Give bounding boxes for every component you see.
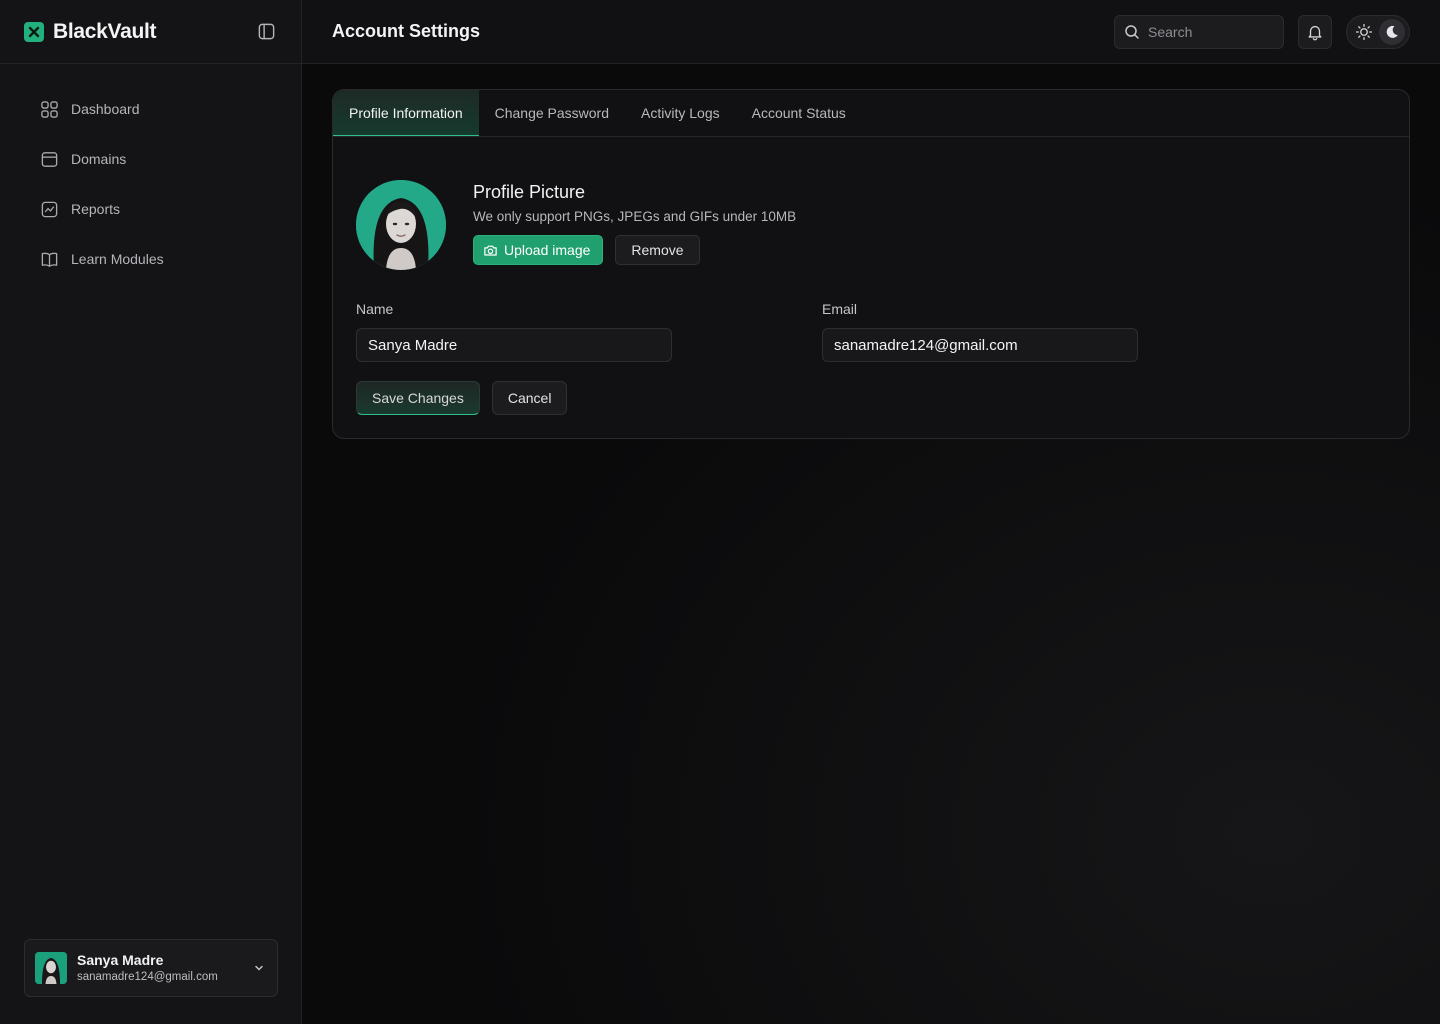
user-name: Sanya Madre <box>77 952 164 968</box>
tab-change-password[interactable]: Change Password <box>479 90 625 136</box>
brand-name: BlackVault <box>53 19 157 43</box>
profile-picture-info: Profile Picture We only support PNGs, JP… <box>473 180 796 270</box>
profile-picture-hint: We only support PNGs, JPEGs and GIFs und… <box>473 209 797 224</box>
sidebar: BlackVault Dashboard Domains Reports Lea… <box>0 0 302 1024</box>
name-field-group: Name <box>356 300 672 362</box>
user-account-card[interactable]: Sanya Madre sanamadre124@gmail.com <box>24 939 278 997</box>
form-actions: Save Changes Cancel <box>356 381 568 415</box>
theme-toggle[interactable] <box>1346 14 1410 49</box>
sidebar-item-label: Reports <box>71 201 121 217</box>
upload-image-label: Upload image <box>504 242 591 258</box>
email-label: Email <box>822 301 858 317</box>
settings-panel: Profile Information Change Password Acti… <box>332 89 1410 439</box>
upload-image-button[interactable]: Upload image <box>473 235 604 265</box>
name-input[interactable] <box>356 328 672 362</box>
profile-picture-actions: Upload image Remove <box>473 235 796 265</box>
tab-activity-logs[interactable]: Activity Logs <box>625 90 736 136</box>
sidebar-item-reports[interactable]: Reports <box>0 184 301 234</box>
page-title: Account Settings <box>332 21 481 41</box>
bell-icon <box>1308 25 1322 40</box>
x-mark-icon <box>24 21 44 42</box>
cancel-button[interactable]: Cancel <box>491 381 568 415</box>
brand-row: BlackVault <box>0 0 301 64</box>
top-header: Account Settings <box>302 0 1440 64</box>
sidebar-nav: Dashboard Domains Reports Learn Modules <box>0 64 301 284</box>
user-meta: Sanya Madre sanamadre124@gmail.com <box>77 951 251 985</box>
email-field-group: Email <box>822 300 1138 362</box>
sidebar-item-label: Dashboard <box>71 101 140 117</box>
search-icon <box>1125 24 1139 39</box>
name-label: Name <box>356 301 394 317</box>
book-open-icon <box>41 252 58 267</box>
header-actions <box>1114 14 1410 49</box>
sidebar-item-label: Learn Modules <box>71 251 164 267</box>
sidebar-item-domains[interactable]: Domains <box>0 134 301 184</box>
tab-account-status[interactable]: Account Status <box>736 90 862 136</box>
chevron-down-icon[interactable] <box>251 960 267 976</box>
settings-tabs: Profile Information Change Password Acti… <box>333 90 1409 137</box>
profile-picture-title: Profile Picture <box>473 182 586 202</box>
camera-icon <box>484 245 497 256</box>
main-content: Profile Information Change Password Acti… <box>302 64 1440 1024</box>
email-input[interactable] <box>822 328 1138 362</box>
chart-line-icon <box>41 201 58 217</box>
app-root: BlackVault Dashboard Domains Reports Lea… <box>0 0 1440 1024</box>
sidebar-item-dashboard[interactable]: Dashboard <box>0 84 301 134</box>
user-email: sanamadre124@gmail.com <box>77 971 218 983</box>
search-box[interactable] <box>1114 14 1284 49</box>
sidebar-item-learn-modules[interactable]: Learn Modules <box>0 234 301 284</box>
notifications-button[interactable] <box>1298 14 1332 49</box>
save-changes-button[interactable]: Save Changes <box>356 381 480 415</box>
profile-picture-section: Profile Picture We only support PNGs, JP… <box>356 180 796 270</box>
sun-icon <box>1355 23 1373 40</box>
moon-icon <box>1379 18 1405 45</box>
sidebar-toggle-icon[interactable] <box>255 21 277 43</box>
search-input[interactable] <box>1148 23 1268 40</box>
sidebar-item-label: Domains <box>71 151 127 167</box>
browser-window-icon <box>41 151 58 167</box>
avatar <box>35 952 67 984</box>
tab-profile-information[interactable]: Profile Information <box>333 90 479 136</box>
remove-image-button[interactable]: Remove <box>615 235 700 265</box>
grid-icon <box>41 100 58 118</box>
profile-avatar <box>356 180 446 270</box>
